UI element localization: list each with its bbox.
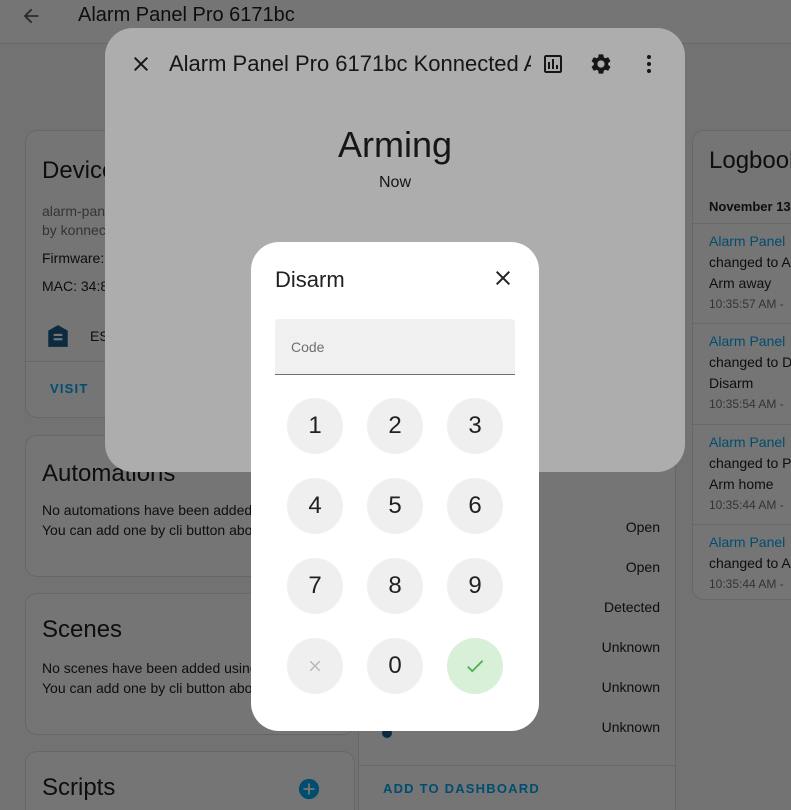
keypad-key-6[interactable]: 6 [447, 478, 503, 534]
keypad-key-7[interactable]: 7 [287, 558, 343, 614]
disarm-dialog: Disarm 1 2 3 4 5 6 7 8 9 0 [251, 242, 539, 731]
keypad-clear-button[interactable] [287, 638, 343, 694]
keypad-key-3[interactable]: 3 [447, 398, 503, 454]
keypad-key-9[interactable]: 9 [447, 558, 503, 614]
keypad-key-2[interactable]: 2 [367, 398, 423, 454]
close-icon[interactable] [491, 266, 515, 290]
code-input[interactable] [275, 319, 515, 374]
keypad-key-5[interactable]: 5 [367, 478, 423, 534]
keypad-key-8[interactable]: 8 [367, 558, 423, 614]
code-field[interactable] [275, 319, 515, 375]
keypad-submit-button[interactable] [447, 638, 503, 694]
disarm-title: Disarm [275, 267, 345, 292]
keypad-key-4[interactable]: 4 [287, 478, 343, 534]
check-icon [467, 660, 484, 673]
keypad-key-1[interactable]: 1 [287, 398, 343, 454]
clear-icon [309, 660, 321, 672]
keypad-key-0[interactable]: 0 [367, 638, 423, 694]
